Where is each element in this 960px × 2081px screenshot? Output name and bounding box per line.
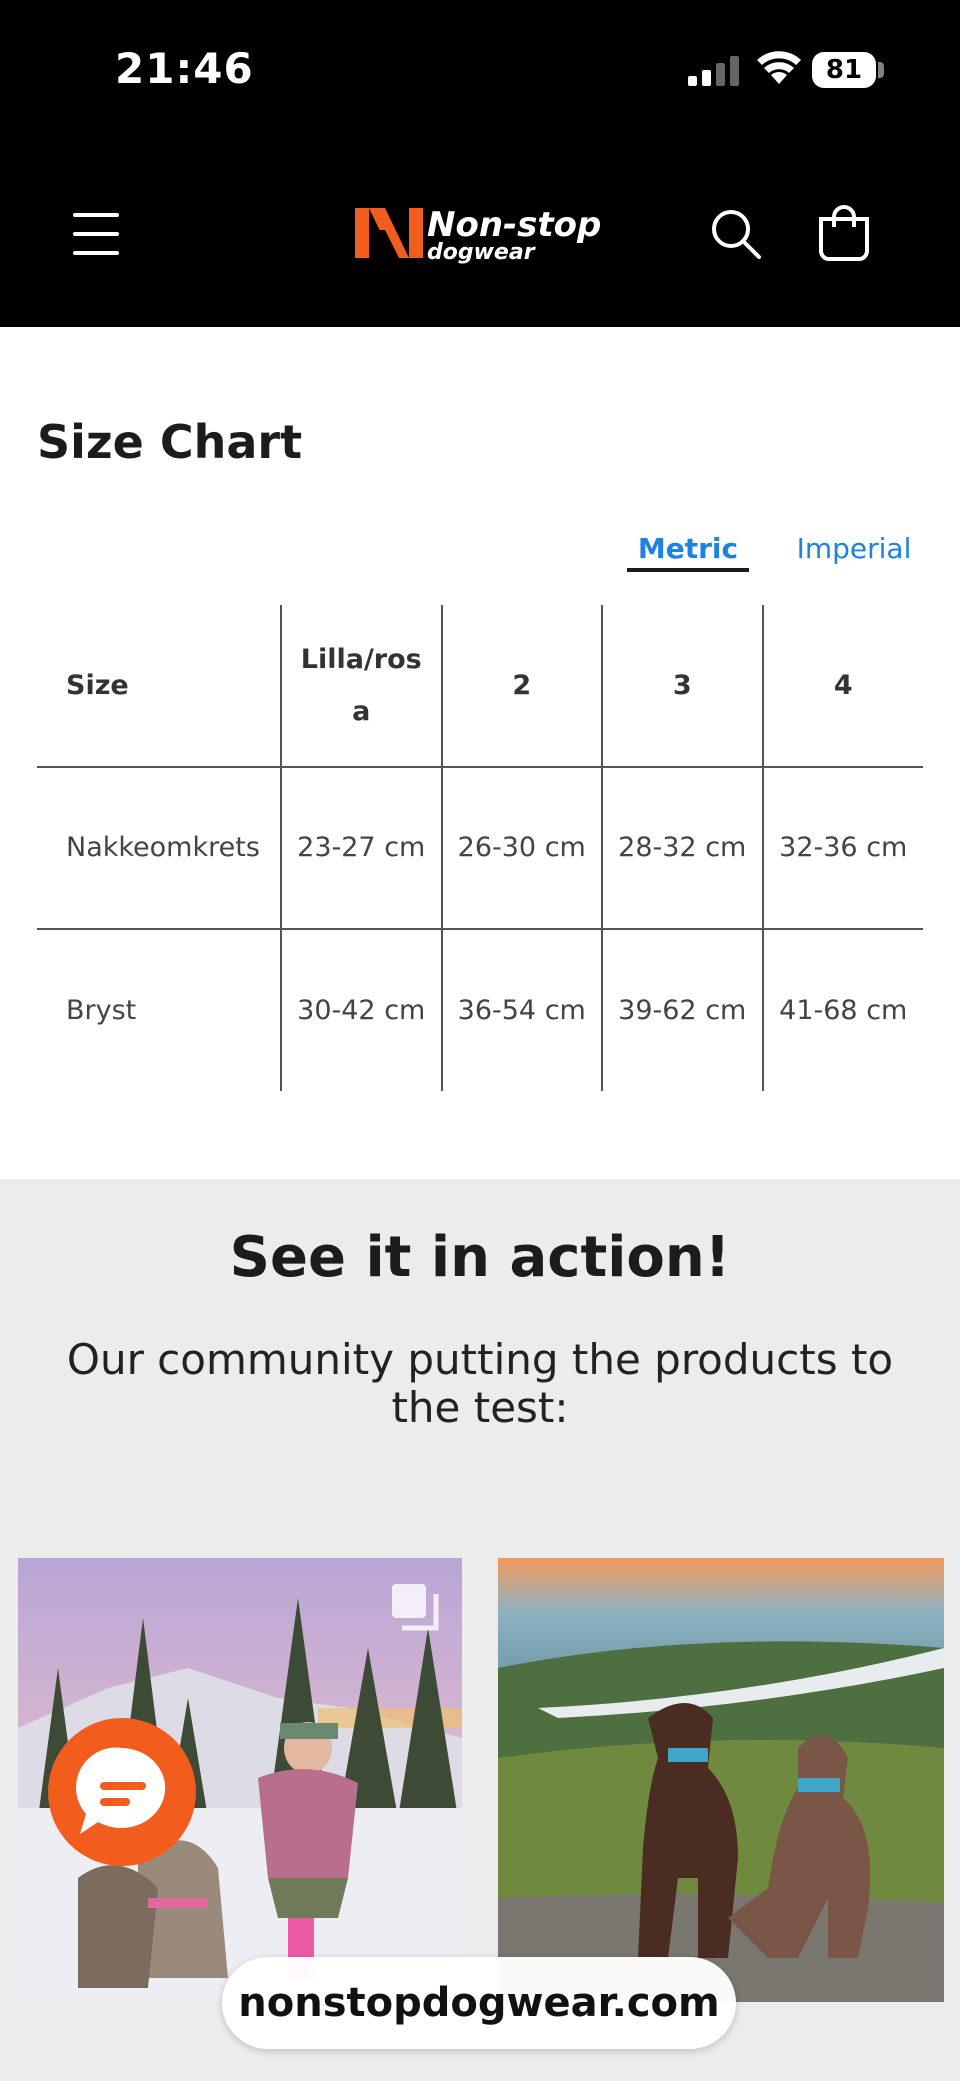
wifi-icon (757, 51, 801, 84)
row-label: Bryst (37, 928, 281, 1091)
community-title: See it in action! (229, 1225, 731, 1290)
chat-widget-button[interactable] (48, 1718, 196, 1866)
cellular-signal-icon (688, 56, 739, 86)
table-cell: 32-36 cm (761, 766, 923, 929)
battery-indicator: 81 (812, 52, 876, 88)
column-header: Size (66, 669, 129, 701)
table-cell: 23-27 cm (280, 766, 442, 929)
active-tab-underline (627, 568, 749, 572)
tab-imperial[interactable]: Imperial (790, 532, 918, 565)
table-cell: 36-54 cm (440, 928, 602, 1091)
brand-name: Non-stop (427, 205, 602, 245)
tab-metric[interactable]: Metric (627, 532, 749, 565)
size-chart-title: Size Chart (37, 415, 303, 469)
search-icon[interactable] (710, 208, 762, 260)
column-header: 3 (601, 605, 763, 767)
size-table: Size Lilla/rosa 2 3 4 Nakkeomkrets 23-27… (37, 605, 923, 1091)
brand-logo-icon[interactable] (355, 200, 423, 266)
column-header: Lilla/rosa (280, 605, 442, 767)
table-row: Bryst 30-42 cm 36-54 cm 39-62 cm 41-68 c… (37, 928, 923, 1091)
column-header: 2 (440, 605, 602, 767)
table-cell: 28-32 cm (601, 766, 763, 929)
hamburger-menu-icon[interactable] (73, 213, 119, 255)
row-label: Nakkeomkrets (37, 766, 281, 929)
table-cell: 41-68 cm (761, 928, 923, 1091)
status-time: 21:46 (115, 44, 254, 93)
brand-subname: dogwear (427, 240, 535, 265)
table-header-row: Size Lilla/rosa 2 3 4 (37, 605, 923, 767)
battery-cap (878, 62, 884, 78)
multiple-images-icon (392, 1584, 439, 1631)
community-subtitle: Our community putting the products to th… (66, 1335, 894, 1432)
table-row: Nakkeomkrets 23-27 cm 26-30 cm 28-32 cm … (37, 766, 923, 929)
table-cell: 30-42 cm (280, 928, 442, 1091)
community-photo-two-dogs-landscape[interactable] (498, 1558, 944, 2002)
column-header: 4 (761, 605, 923, 767)
table-cell: 26-30 cm (440, 766, 602, 929)
chat-icon (76, 1747, 166, 1834)
browser-address-bar[interactable]: nonstopdogwear.com (222, 1957, 736, 2049)
cart-bag-icon[interactable] (817, 205, 871, 261)
table-cell: 39-62 cm (601, 928, 763, 1091)
